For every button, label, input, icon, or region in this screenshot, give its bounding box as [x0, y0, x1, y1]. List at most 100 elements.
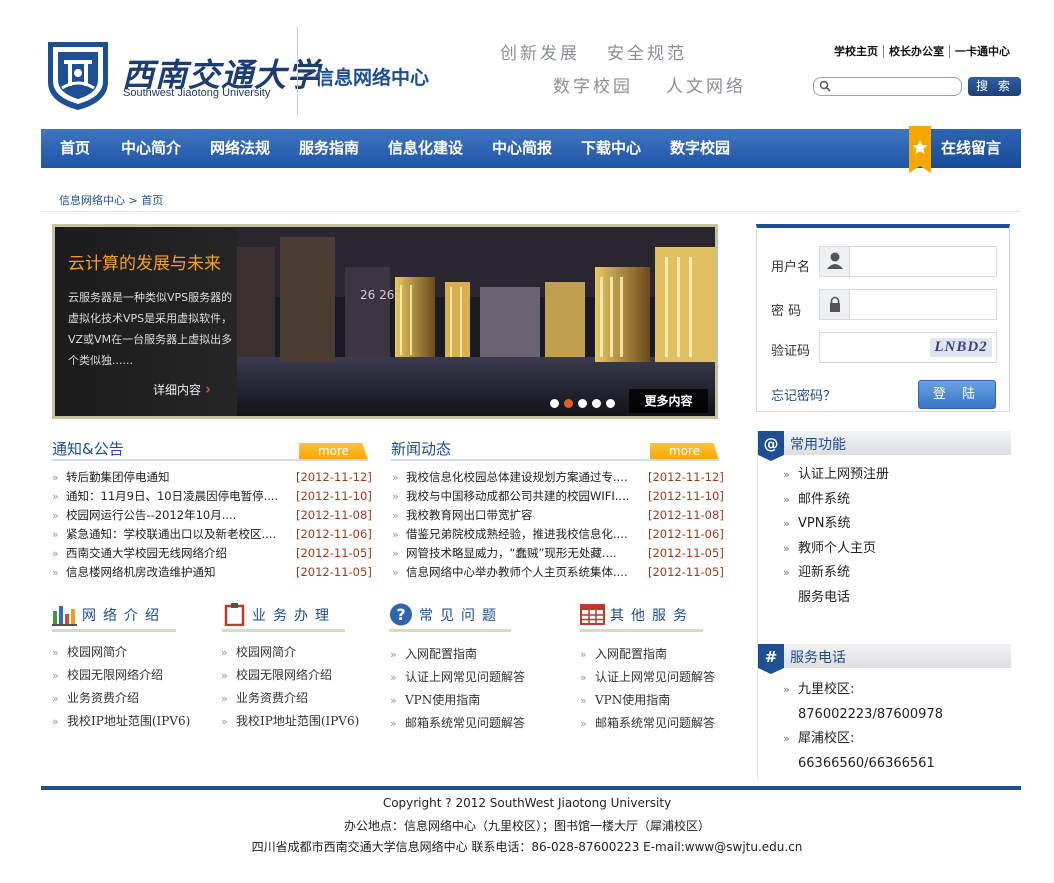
- list-item[interactable]: 邮箱系统常见问题解答: [390, 712, 525, 735]
- list-item[interactable]: VPN使用指南: [580, 689, 715, 712]
- list-item[interactable]: 业务资费介绍: [221, 687, 359, 710]
- captcha-image[interactable]: LNBD2: [930, 338, 992, 357]
- question-icon: ?: [390, 603, 412, 626]
- slide-dot[interactable]: [550, 399, 559, 408]
- list-item[interactable]: 认证上网预注册: [758, 463, 1008, 488]
- news-text: 信息网络中心举办教师个人主页系统集体....: [406, 565, 628, 579]
- top-link-card-center[interactable]: 一卡通中心: [949, 45, 1015, 58]
- header-divider: [297, 26, 298, 116]
- logo-english: Southwest Jiaotong University: [123, 87, 271, 99]
- list-item[interactable]: 我校IP地址范围(IPV6): [221, 710, 359, 733]
- slide-dot[interactable]: [606, 399, 615, 408]
- list-item[interactable]: 入网配置指南: [390, 643, 525, 666]
- slide-dot-active[interactable]: [564, 399, 573, 408]
- banner-detail-link[interactable]: 详细内容 ›: [153, 380, 211, 398]
- chevron-right-icon: ›: [204, 380, 212, 398]
- list-item[interactable]: 转后勤集团停电通知 [2012-11-12]: [52, 468, 372, 487]
- notices-more-button[interactable]: more: [299, 443, 368, 460]
- top-links: 学校主页 校长办公室 一卡通中心: [834, 45, 1015, 58]
- list-item[interactable]: 服务电话: [758, 586, 1008, 611]
- list-item[interactable]: 认证上网常见问题解答: [580, 666, 715, 689]
- divider: [52, 459, 368, 461]
- top-link-school-home[interactable]: 学校主页: [834, 45, 883, 58]
- service-phone-header: # 服务电话: [758, 644, 1011, 674]
- forgot-password-link[interactable]: 忘记密码？: [771, 385, 836, 404]
- news-date: [2012-11-10]: [648, 489, 724, 503]
- captcha-input[interactable]: LNBD2: [819, 332, 997, 363]
- nav-digital-campus[interactable]: 数字校园: [670, 129, 730, 168]
- nav-online-message[interactable]: 在线留言: [941, 129, 1001, 168]
- nav-downloads[interactable]: 下载中心: [581, 129, 641, 168]
- list-item[interactable]: 校园无限网络介绍: [221, 664, 359, 687]
- category-header: 网络介绍: [52, 603, 176, 626]
- category-header: ? 常见问题: [389, 603, 511, 626]
- list-item[interactable]: VPN系统: [758, 512, 1008, 537]
- slide-dot[interactable]: [578, 399, 587, 408]
- notices-title: 通知&公告: [52, 440, 124, 458]
- category-title: 业务办理: [252, 607, 336, 624]
- list-item[interactable]: 校园网简介: [52, 641, 190, 664]
- password-input[interactable]: [819, 289, 997, 320]
- more-content-button[interactable]: 更多内容: [629, 389, 708, 413]
- list-item[interactable]: 西南交通大学校园无线网络介绍 [2012-11-05]: [52, 544, 372, 563]
- divider: [580, 629, 703, 632]
- notice-date: [2012-11-08]: [296, 508, 372, 522]
- username-input[interactable]: [819, 246, 997, 277]
- star-bookmark-icon: [909, 126, 931, 173]
- nav-center-intro[interactable]: 中心简介: [121, 129, 181, 168]
- list-item[interactable]: 教师个人主页: [758, 537, 1008, 562]
- breadcrumb[interactable]: 信息网络中心 > 首页: [59, 192, 163, 208]
- notice-date: [2012-11-10]: [296, 489, 372, 503]
- list-item[interactable]: 我校教育网出口带宽扩容 [2012-11-08]: [392, 506, 724, 525]
- banner-caption: 云计算的发展与未来 云服务器是一种类似VPS服务器的虚拟化技术VPS是采用虚拟软…: [55, 227, 237, 416]
- list-item[interactable]: 迎新系统: [758, 561, 1008, 586]
- nav-briefing[interactable]: 中心简报: [492, 129, 552, 168]
- category-business: 业务办理: [222, 603, 345, 632]
- banner-detail-label: 详细内容: [153, 383, 202, 397]
- list-item[interactable]: 我校信息化校园总体建设规划方案通过专.... [2012-11-12]: [392, 468, 724, 487]
- bar-chart-icon: [52, 606, 77, 626]
- slide-dots: [550, 399, 615, 408]
- list-item[interactable]: 信息楼网络机房改造维护通知 [2012-11-05]: [52, 563, 372, 582]
- list-item[interactable]: 信息网络中心举办教师个人主页系统集体.... [2012-11-05]: [392, 563, 724, 582]
- category-faq: ? 常见问题: [389, 603, 511, 632]
- category-title: 网络介绍: [82, 607, 166, 624]
- search-input[interactable]: [813, 77, 962, 96]
- list-item[interactable]: 校园网简介: [221, 641, 359, 664]
- slogan: 安全规范: [607, 44, 687, 64]
- list-item[interactable]: 我校与中国移动成都公司共建的校园WIFI.... [2012-11-10]: [392, 487, 724, 506]
- nav-informatization[interactable]: 信息化建设: [388, 129, 463, 168]
- search-button[interactable]: 搜 索: [968, 77, 1021, 96]
- list-item[interactable]: 网管技术略显威力，“蠢贼”现形无处藏.... [2012-11-05]: [392, 544, 724, 563]
- login-panel: 用户名 密 码 验证码 LNBD2 忘记密码？ 登 陆: [756, 224, 1010, 412]
- list-item[interactable]: 校园无限网络介绍: [52, 664, 190, 687]
- list-item[interactable]: 借鉴兄弟院校成熟经验，推进我校信息化.... [2012-11-06]: [392, 525, 724, 544]
- slide-dot[interactable]: [592, 399, 601, 408]
- list-item[interactable]: 入网配置指南: [580, 643, 715, 666]
- news-text: 借鉴兄弟院校成熟经验，推进我校信息化....: [406, 527, 628, 541]
- notice-text: 校园网运行公告--2012年10月....: [66, 508, 237, 522]
- news-more-button[interactable]: more: [650, 443, 719, 460]
- category-header: 其他服务: [580, 603, 703, 626]
- top-link-president-office[interactable]: 校长办公室: [883, 45, 949, 58]
- password-label: 密 码: [771, 304, 802, 319]
- list-item[interactable]: 校园网运行公告--2012年10月.... [2012-11-08]: [52, 506, 372, 525]
- list-item[interactable]: 业务资费介绍: [52, 687, 190, 710]
- list-item[interactable]: 认证上网常见问题解答: [390, 666, 525, 689]
- list-item[interactable]: 邮件系统: [758, 488, 1008, 513]
- login-button[interactable]: 登 陆: [918, 380, 996, 409]
- nav-regulations[interactable]: 网络法规: [210, 129, 270, 168]
- list-item[interactable]: 邮箱系统常见问题解答: [580, 712, 715, 735]
- datacenter-image: 26 26: [235, 227, 715, 416]
- list-item[interactable]: VPN使用指南: [390, 689, 525, 712]
- search-icon: [819, 80, 831, 92]
- banner-slider[interactable]: 26 26 云计算的发展与未来 云服务器是一种类似VPS服务器的虚拟化技术VPS…: [52, 224, 718, 419]
- captcha-label: 验证码: [771, 344, 811, 359]
- list-item[interactable]: 我校IP地址范围(IPV6): [52, 710, 190, 733]
- list-item[interactable]: 通知：11月9日、10日凌晨因停电暂停.... [2012-11-10]: [52, 487, 372, 506]
- nav-service-guide[interactable]: 服务指南: [299, 129, 359, 168]
- lock-icon: [820, 290, 850, 319]
- list-item[interactable]: 紧急通知：学校联通出口以及新老校区.... [2012-11-06]: [52, 525, 372, 544]
- nav-home[interactable]: 首页: [60, 129, 90, 168]
- campus-label: 犀浦校区:: [758, 727, 1008, 752]
